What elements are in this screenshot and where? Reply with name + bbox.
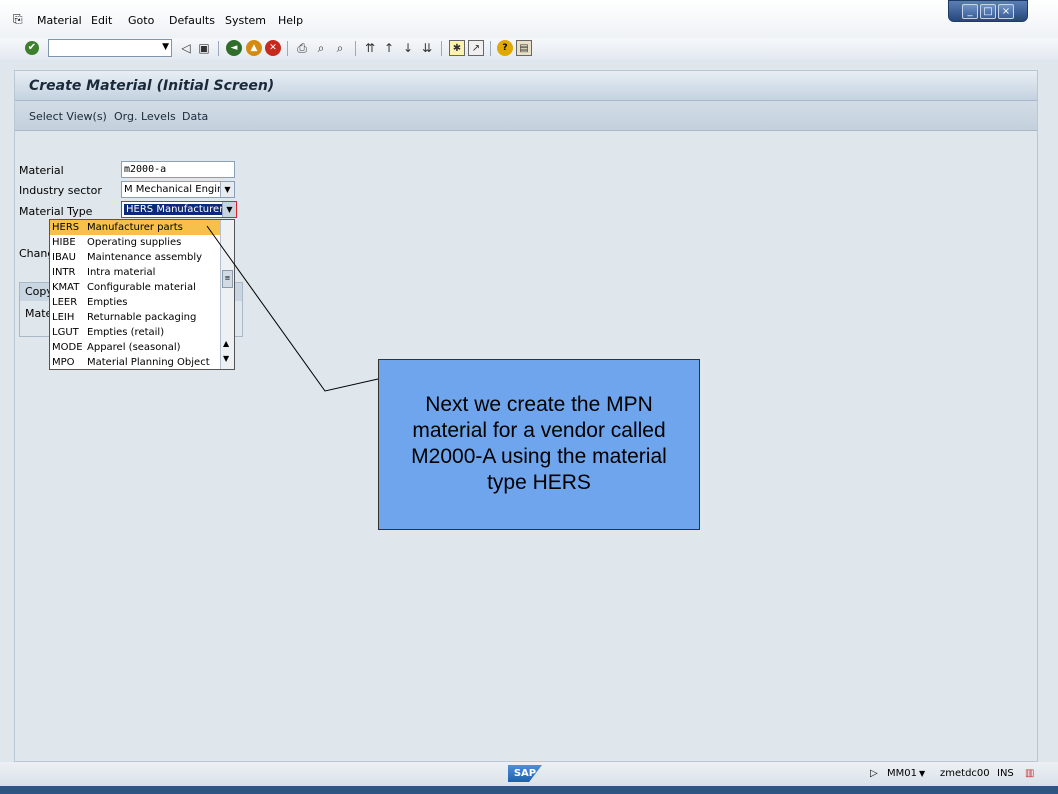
option-desc: Empties (retail): [87, 327, 165, 338]
menu-system[interactable]: System: [225, 14, 266, 27]
chevron-down-icon[interactable]: ▼: [919, 769, 925, 778]
material-type-dropdown: HERS Manufacturer parts HIBE Operating s…: [49, 219, 235, 370]
list-item[interactable]: IBAU Maintenance assembly: [50, 250, 220, 265]
select-views-button[interactable]: Select View(s): [29, 110, 107, 123]
option-desc: Intra material: [87, 267, 156, 278]
exit-icon[interactable]: ▲: [246, 40, 262, 56]
minimize-icon[interactable]: _: [962, 3, 978, 19]
toolbar-divider: [355, 41, 356, 56]
list-item[interactable]: INTR Intra material: [50, 265, 220, 280]
transaction-code: MM01: [887, 768, 917, 779]
collapse-left-icon[interactable]: ◁: [178, 40, 194, 56]
first-page-icon[interactable]: ⇈: [362, 40, 378, 56]
insert-mode: INS: [997, 768, 1014, 779]
material-input[interactable]: m2000-a: [121, 161, 235, 178]
toolbar-divider: [218, 41, 219, 56]
option-desc: Configurable material: [87, 282, 196, 293]
scroll-down-icon[interactable]: ▼: [223, 354, 229, 363]
menu-defaults[interactable]: Defaults: [169, 14, 215, 27]
server-name: zmetdc00: [940, 768, 990, 779]
option-code: HIBE: [52, 237, 76, 248]
last-page-icon[interactable]: ⇊: [419, 40, 435, 56]
list-item[interactable]: HIBE Operating supplies: [50, 235, 220, 250]
toolbar-divider: [441, 41, 442, 56]
new-session-icon[interactable]: ✱: [449, 40, 465, 56]
menu-edit[interactable]: Edit: [91, 14, 112, 27]
industry-sector-select[interactable]: M Mechanical Engin… ▼: [121, 181, 235, 198]
screen-title-bar: Create Material (Initial Screen): [15, 71, 1037, 101]
option-desc: Manufacturer parts: [87, 222, 183, 233]
chevron-down-icon[interactable]: ▼: [220, 182, 234, 197]
window-bottom-border: [0, 786, 1058, 794]
material-type-value: HERS Manufacturer …: [124, 204, 237, 215]
status-expand-icon[interactable]: ▷: [870, 768, 878, 779]
layout-menu-icon[interactable]: ▤: [516, 40, 532, 56]
list-item[interactable]: KMAT Configurable material: [50, 280, 220, 295]
option-desc: Maintenance assembly: [87, 252, 203, 263]
option-desc: Empties: [87, 297, 128, 308]
window-controls: _ □ ×: [948, 0, 1028, 22]
restore-icon[interactable]: □: [980, 3, 996, 19]
find-icon[interactable]: ⌕: [313, 40, 329, 56]
option-desc: Material Planning Object: [87, 357, 210, 368]
menu-help[interactable]: Help: [278, 14, 303, 27]
toolbar-divider: [490, 41, 491, 56]
scrollbar-thumb[interactable]: ≡: [222, 270, 233, 288]
list-item[interactable]: MPO Material Planning Object: [50, 355, 220, 370]
menu-goto[interactable]: Goto: [128, 14, 154, 27]
command-input[interactable]: [49, 40, 153, 56]
sap-logo: SAP: [508, 765, 542, 782]
annotation-callout: Next we create the MPN material for a ve…: [378, 359, 700, 530]
find-next-icon[interactable]: ⌕: [332, 40, 348, 56]
shortcut-icon[interactable]: ↗: [468, 40, 484, 56]
material-type-select[interactable]: HERS Manufacturer … ▼: [121, 201, 237, 218]
dropdown-scrollbar[interactable]: ≡ ▲ ▼: [220, 220, 234, 369]
status-indicator-icon: ▥: [1025, 768, 1035, 779]
material-type-label: Material Type: [19, 205, 93, 218]
previous-page-icon[interactable]: ↑: [381, 40, 397, 56]
industry-sector-value: M Mechanical Engin…: [124, 184, 234, 195]
chevron-down-icon[interactable]: ▼: [222, 202, 236, 217]
scroll-up-icon[interactable]: ▲: [223, 339, 229, 348]
next-page-icon[interactable]: ↓: [400, 40, 416, 56]
list-item[interactable]: HERS Manufacturer parts: [50, 220, 220, 235]
list-item[interactable]: LGUT Empties (retail): [50, 325, 220, 340]
enter-check-icon[interactable]: ✔: [25, 41, 39, 55]
option-code: LEER: [52, 297, 78, 308]
page-title: Create Material (Initial Screen): [29, 78, 275, 94]
help-icon[interactable]: ?: [497, 40, 513, 56]
option-code: MPO: [52, 357, 75, 368]
application-toolbar: Select View(s) Org. Levels Data: [15, 101, 1037, 131]
print-icon[interactable]: ⎙: [294, 40, 310, 56]
option-code: INTR: [52, 267, 76, 278]
back-icon[interactable]: ◄: [226, 40, 242, 56]
close-icon[interactable]: ×: [998, 3, 1014, 19]
status-bar: SAP ▷ MM01 ▼ zmetdc00 INS ▥: [0, 762, 1058, 786]
option-desc: Operating supplies: [87, 237, 182, 248]
toolbar-divider: [287, 41, 288, 56]
list-item[interactable]: LEIH Returnable packaging: [50, 310, 220, 325]
list-item[interactable]: LEER Empties: [50, 295, 220, 310]
option-code: MODE: [52, 342, 83, 353]
option-desc: Apparel (seasonal): [87, 342, 181, 353]
list-item[interactable]: MODE Apparel (seasonal): [50, 340, 220, 355]
save-icon[interactable]: ▣: [196, 40, 212, 56]
data-button[interactable]: Data: [182, 110, 208, 123]
standard-toolbar: ✔ ▼ ◁ ▣ ◄ ▲ ✕ ⎙ ⌕ ⌕ ⇈ ↑ ↓ ⇊ ✱ ↗ ? ▤: [0, 38, 1058, 60]
menu-options-icon[interactable]: ⎘: [13, 12, 23, 27]
menu-bar: ⎘ Material Edit Goto Defaults System Hel…: [0, 0, 1058, 38]
option-desc: Returnable packaging: [87, 312, 197, 323]
chevron-down-icon[interactable]: ▼: [162, 42, 169, 52]
option-code: KMAT: [52, 282, 80, 293]
material-label: Material: [19, 164, 64, 177]
menu-material[interactable]: Material: [37, 14, 82, 27]
cancel-icon[interactable]: ✕: [265, 40, 281, 56]
org-levels-button[interactable]: Org. Levels: [114, 110, 176, 123]
industry-sector-label: Industry sector: [19, 184, 102, 197]
option-code: IBAU: [52, 252, 76, 263]
command-field[interactable]: ▼: [48, 39, 172, 57]
option-code: HERS: [52, 222, 80, 233]
option-code: LGUT: [52, 327, 79, 338]
option-code: LEIH: [52, 312, 75, 323]
